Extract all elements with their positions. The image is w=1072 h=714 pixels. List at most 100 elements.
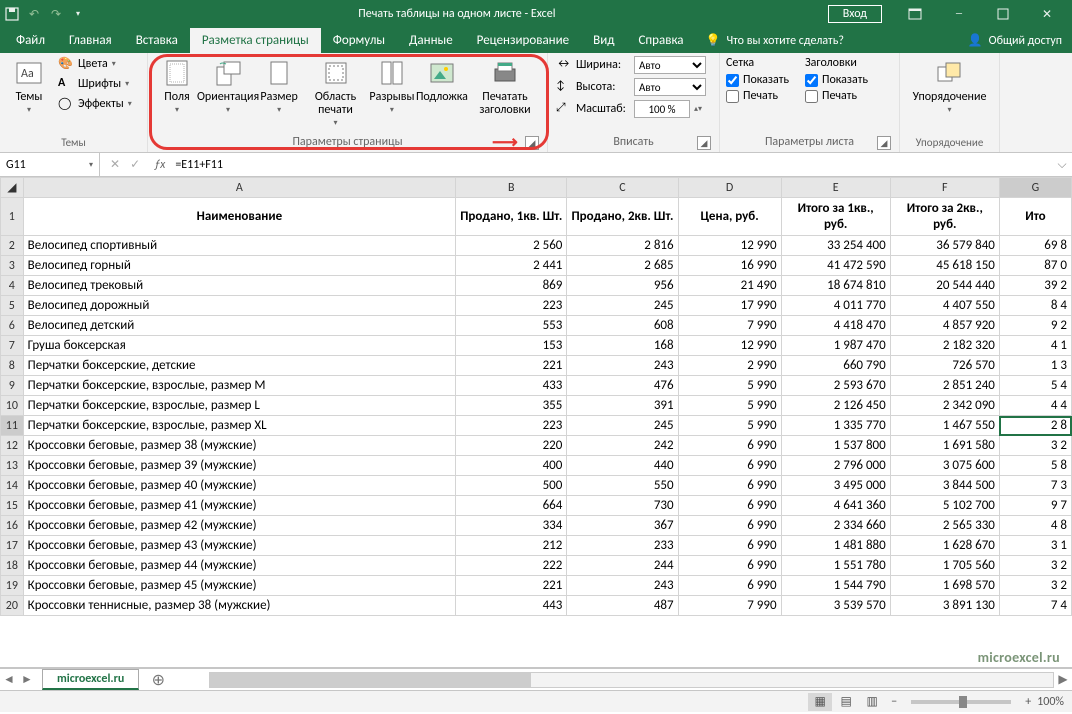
col-header-C[interactable]: C (567, 178, 678, 198)
grid-print-checkbox[interactable]: Печать (726, 89, 789, 103)
cell[interactable]: 87 0 (999, 256, 1071, 276)
cell[interactable]: 16 990 (678, 256, 781, 276)
cell[interactable]: 4 641 360 (781, 496, 890, 516)
cell[interactable]: 2 182 320 (890, 336, 999, 356)
cell[interactable]: Кроссовки беговые, размер 44 (мужские) (23, 556, 456, 576)
cell[interactable]: Перчатки боксерские, взрослые, размер M (23, 376, 456, 396)
row-header-15[interactable]: 15 (1, 496, 24, 516)
headings-show-checkbox[interactable]: Показать (805, 73, 868, 87)
cell[interactable]: 7 990 (678, 316, 781, 336)
cell[interactable]: Велосипед детский (23, 316, 456, 336)
cell[interactable]: 4 1 (999, 336, 1071, 356)
cell[interactable]: 2 8 (999, 416, 1071, 436)
zoom-slider[interactable] (911, 700, 1011, 704)
cell[interactable]: Велосипед дорожный (23, 296, 456, 316)
cell[interactable]: 443 (456, 596, 567, 616)
add-sheet-button[interactable]: ⊕ (147, 670, 169, 690)
save-icon[interactable] (4, 6, 20, 22)
themes-button[interactable]: Aa Темы▾ (6, 55, 52, 117)
arrange-button[interactable]: Упорядочение▾ (909, 55, 991, 117)
height-select[interactable]: Авто (634, 78, 706, 96)
cell[interactable]: 2 990 (678, 356, 781, 376)
cell[interactable]: 956 (567, 276, 678, 296)
cell[interactable]: 244 (567, 556, 678, 576)
fit-dialog-launcher[interactable]: ◢ (697, 136, 711, 150)
cell[interactable]: 12 990 (678, 236, 781, 256)
cell[interactable]: 2 441 (456, 256, 567, 276)
cell[interactable]: 1 628 670 (890, 536, 999, 556)
login-button[interactable]: Вход (828, 5, 882, 23)
cell[interactable]: 2 342 090 (890, 396, 999, 416)
col-header-D[interactable]: D (678, 178, 781, 198)
worksheet-grid[interactable]: ◢ABCDEFG1НаименованиеПродано, 1кв. Шт.Пр… (0, 177, 1072, 668)
tab-review[interactable]: Рецензирование (465, 28, 581, 53)
cell[interactable]: 608 (567, 316, 678, 336)
cell[interactable]: Кроссовки теннисные, размер 38 (мужские) (23, 596, 456, 616)
cell[interactable]: 7 4 (999, 596, 1071, 616)
col-header-G[interactable]: G (999, 178, 1071, 198)
cell[interactable]: 223 (456, 416, 567, 436)
cell[interactable]: 2 126 450 (781, 396, 890, 416)
header-cell[interactable]: Итого за 1кв., руб. (781, 198, 890, 236)
sheet-nav-next[interactable]: ► (18, 672, 36, 687)
cell[interactable]: 400 (456, 456, 567, 476)
cell[interactable]: 6 990 (678, 496, 781, 516)
fonts-button[interactable]: AШрифты ▾ (56, 75, 134, 93)
cell[interactable]: 476 (567, 376, 678, 396)
tab-help[interactable]: Справка (626, 28, 695, 53)
cell[interactable]: 7 990 (678, 596, 781, 616)
cell[interactable]: 9 7 (999, 496, 1071, 516)
header-cell[interactable]: Наименование (23, 198, 456, 236)
cell[interactable]: 1 705 560 (890, 556, 999, 576)
cell[interactable]: 1 987 470 (781, 336, 890, 356)
cell[interactable]: 869 (456, 276, 567, 296)
colors-button[interactable]: 🎨Цвета ▾ (56, 55, 134, 73)
cell[interactable]: 3 891 130 (890, 596, 999, 616)
cell[interactable]: 6 990 (678, 556, 781, 576)
cell[interactable]: 664 (456, 496, 567, 516)
cell[interactable]: Велосипед спортивный (23, 236, 456, 256)
row-header-8[interactable]: 8 (1, 356, 24, 376)
cell[interactable]: 5 4 (999, 376, 1071, 396)
redo-icon[interactable]: ↷ (48, 6, 64, 22)
zoom-in-button[interactable]: + (1025, 695, 1031, 709)
row-header-3[interactable]: 3 (1, 256, 24, 276)
cell[interactable]: 6 990 (678, 436, 781, 456)
cell[interactable]: 39 2 (999, 276, 1071, 296)
cell[interactable]: 18 674 810 (781, 276, 890, 296)
tab-file[interactable]: Файл (4, 28, 57, 53)
width-select[interactable]: Авто (634, 56, 706, 74)
cell[interactable]: 8 4 (999, 296, 1071, 316)
cell[interactable]: 4 8 (999, 516, 1071, 536)
cell[interactable]: 20 544 440 (890, 276, 999, 296)
cell[interactable]: 3 2 (999, 556, 1071, 576)
cell[interactable]: Перчатки боксерские, взрослые, размер L (23, 396, 456, 416)
cell[interactable]: 550 (567, 476, 678, 496)
cell[interactable]: 212 (456, 536, 567, 556)
tab-formulas[interactable]: Формулы (321, 28, 397, 53)
cell[interactable]: 3 1 (999, 536, 1071, 556)
cell[interactable]: 12 990 (678, 336, 781, 356)
zoom-out-button[interactable]: − (891, 695, 897, 709)
row-header-10[interactable]: 10 (1, 396, 24, 416)
view-normal-icon[interactable]: ▦ (808, 693, 832, 711)
formula-expand-icon[interactable]: ⌵ (1052, 153, 1072, 176)
cell[interactable]: 4 407 550 (890, 296, 999, 316)
cell[interactable]: 2 796 000 (781, 456, 890, 476)
enter-icon[interactable]: ✓ (130, 157, 140, 172)
grid-show-checkbox[interactable]: Показать (726, 73, 789, 87)
fx-icon[interactable]: ƒx (150, 153, 169, 176)
cell[interactable]: 660 790 (781, 356, 890, 376)
cell[interactable]: 6 990 (678, 576, 781, 596)
cell[interactable]: 1 544 790 (781, 576, 890, 596)
cell[interactable]: Груша боксерская (23, 336, 456, 356)
cell[interactable]: Кроссовки беговые, размер 38 (мужские) (23, 436, 456, 456)
cell[interactable]: 367 (567, 516, 678, 536)
cell[interactable]: 433 (456, 376, 567, 396)
cell[interactable]: 2 685 (567, 256, 678, 276)
cell[interactable]: 4 418 470 (781, 316, 890, 336)
cell[interactable]: Кроссовки беговые, размер 45 (мужские) (23, 576, 456, 596)
effects-button[interactable]: ◯Эффекты ▾ (56, 95, 134, 113)
ribbon-options-icon[interactable] (894, 0, 936, 28)
cell[interactable]: 1 698 570 (890, 576, 999, 596)
